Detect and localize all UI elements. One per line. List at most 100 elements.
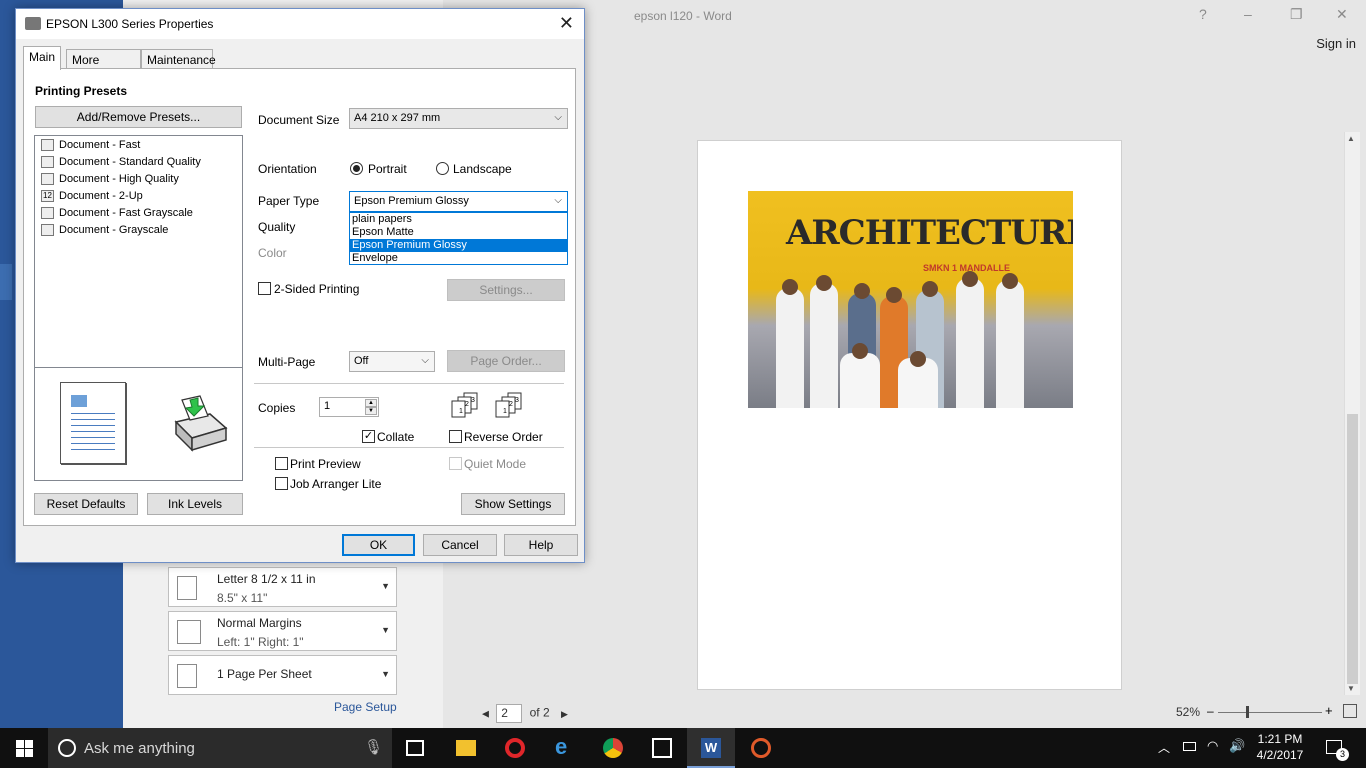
pages-per-sheet-label: 1 Page Per Sheet [217,667,312,681]
paper-size-setting[interactable]: Letter 8 1/2 x 11 in 8.5" x 11" ▼ [168,567,397,607]
portrait-label: Portrait [368,162,407,176]
scroll-down-icon[interactable]: ▼ [1347,684,1355,693]
svg-text:2: 2 [509,401,513,408]
preview-scrollbar[interactable]: ▲ ▼ [1344,132,1360,695]
paper-type-dropdown[interactable]: plain papers Epson Matte Epson Premium G… [349,212,568,265]
taskbar-edge[interactable]: e [540,728,588,768]
sign-in-link[interactable]: Sign in [1316,36,1356,51]
preset-item[interactable]: Document - Fast [41,139,140,155]
preset-item[interactable]: Document - Grayscale [41,224,168,240]
start-button[interactable] [0,728,48,768]
zoom-to-page-icon[interactable] [1343,704,1357,718]
svg-text:3: 3 [515,397,519,404]
tab-maintenance[interactable]: Maintenance [141,49,216,69]
taskbar-store[interactable] [638,728,686,768]
job-arranger-checkbox[interactable] [275,477,288,490]
previous-page-icon[interactable]: ◀ [482,709,489,719]
preset-item[interactable]: Document - Standard Quality [41,156,201,172]
wifi-icon[interactable]: ◠ [1207,738,1218,754]
page-order-button[interactable]: Page Order... [447,350,565,372]
clock[interactable]: 1:21 PM 4/2/2017 [1252,731,1308,763]
page-setup-link[interactable]: Page Setup [334,700,397,714]
next-page-icon[interactable]: ▶ [561,709,568,719]
search-placeholder: Ask me anything [84,740,195,757]
preset-item[interactable]: Document - High Quality [41,173,179,189]
paper-type-label: Paper Type [258,194,320,208]
chevron-up-icon[interactable]: ︿ [1158,739,1170,756]
search-box[interactable]: Ask me anything 🎙 [48,728,392,768]
taskbar-chrome[interactable] [589,728,637,768]
preset-item[interactable]: 12 Document - 2-Up [41,190,143,206]
document-size-label: Document Size [258,113,340,127]
portrait-radio[interactable] [350,162,363,175]
ok-button[interactable]: OK [342,534,415,556]
landscape-radio[interactable] [436,162,449,175]
taskbar-opera[interactable] [491,728,539,768]
two-sided-printing-checkbox[interactable] [258,282,271,295]
current-page-input[interactable]: 2 [496,704,523,723]
add-remove-presets-button[interactable]: Add/Remove Presets... [35,106,242,128]
scroll-up-icon[interactable]: ▲ [1347,134,1355,143]
printing-presets-heading: Printing Presets [35,84,128,98]
word-icon: W [701,738,721,758]
close-window-button[interactable]: ✕ [1336,6,1348,23]
paper-type-option[interactable]: plain papers [350,213,567,226]
zoom-out-icon[interactable]: – [1207,704,1214,718]
paper-size-label: Letter 8 1/2 x 11 in [217,572,316,586]
taskbar-word[interactable]: W [687,728,735,768]
paper-type-option[interactable]: Envelope [350,252,567,265]
printer-feed-icon [174,395,228,452]
document-size-select[interactable]: A4 210 x 297 mm ⌵ [349,108,568,129]
landscape-label: Landscape [453,162,512,176]
zoom-in-icon[interactable]: + [1325,703,1333,718]
minimize-button[interactable]: – [1244,6,1252,22]
taskbar-file-explorer[interactable] [442,728,490,768]
collate-checkbox[interactable]: ✓ [362,430,375,443]
zoom-level[interactable]: 52% [1176,705,1200,719]
ink-levels-button[interactable]: Ink Levels [147,493,243,515]
preset-item[interactable]: Document - Fast Grayscale [41,207,193,223]
orientation-label: Orientation [258,162,317,176]
paper-type-option[interactable]: Epson Matte [350,226,567,239]
settings-button[interactable]: Settings... [447,279,565,301]
pages-per-sheet-setting[interactable]: 1 Page Per Sheet ▼ [168,655,397,695]
document-icon [41,156,54,169]
print-preview-label: Print Preview [290,457,361,471]
restore-button[interactable]: ❐ [1290,6,1303,23]
paper-type-option-selected[interactable]: Epson Premium Glossy [350,239,567,252]
show-settings-button[interactable]: Show Settings [461,493,565,515]
zoom-slider-track[interactable] [1218,712,1322,713]
reset-defaults-button[interactable]: Reset Defaults [34,493,138,515]
zoom-slider-thumb[interactable] [1246,706,1249,718]
margins-icon [177,620,201,644]
decrement-icon[interactable]: ▼ [365,407,377,415]
copies-stepper[interactable]: 1 ▲ ▼ [319,397,379,417]
tab-main[interactable]: Main [23,46,61,70]
close-icon[interactable]: ✕ [559,13,574,34]
help-button[interactable]: Help [504,534,578,556]
document-icon [41,139,54,152]
battery-icon[interactable] [1183,742,1196,751]
print-preview-thumbnail [34,367,243,481]
cancel-button[interactable]: Cancel [423,534,497,556]
tab-more-options[interactable]: More Options [66,49,141,81]
quiet-mode-checkbox[interactable] [449,457,462,470]
svg-text:1: 1 [503,408,507,415]
reverse-order-checkbox[interactable] [449,430,462,443]
increment-icon[interactable]: ▲ [365,399,377,407]
task-view-button[interactable] [392,728,440,768]
scrollbar-thumb[interactable] [1347,414,1358,684]
print-preview-checkbox[interactable] [275,457,288,470]
microphone-icon[interactable]: 🎙 [364,738,383,756]
margins-setting[interactable]: Normal Margins Left: 1" Right: 1" ▼ [168,611,397,651]
cortana-icon [58,739,76,757]
paper-size-detail: 8.5" x 11" [217,591,268,605]
paper-type-select[interactable]: Epson Premium Glossy ⌵ [349,191,568,212]
multi-page-select[interactable]: Off ⌵ [349,351,435,372]
taskbar-app[interactable] [737,728,785,768]
store-icon [652,738,672,758]
volume-icon[interactable]: 🔊 [1229,738,1245,754]
opera-icon [505,738,525,758]
help-button[interactable]: ? [1199,6,1207,22]
presets-list[interactable]: Document - Fast Document - Standard Qual… [34,135,243,368]
